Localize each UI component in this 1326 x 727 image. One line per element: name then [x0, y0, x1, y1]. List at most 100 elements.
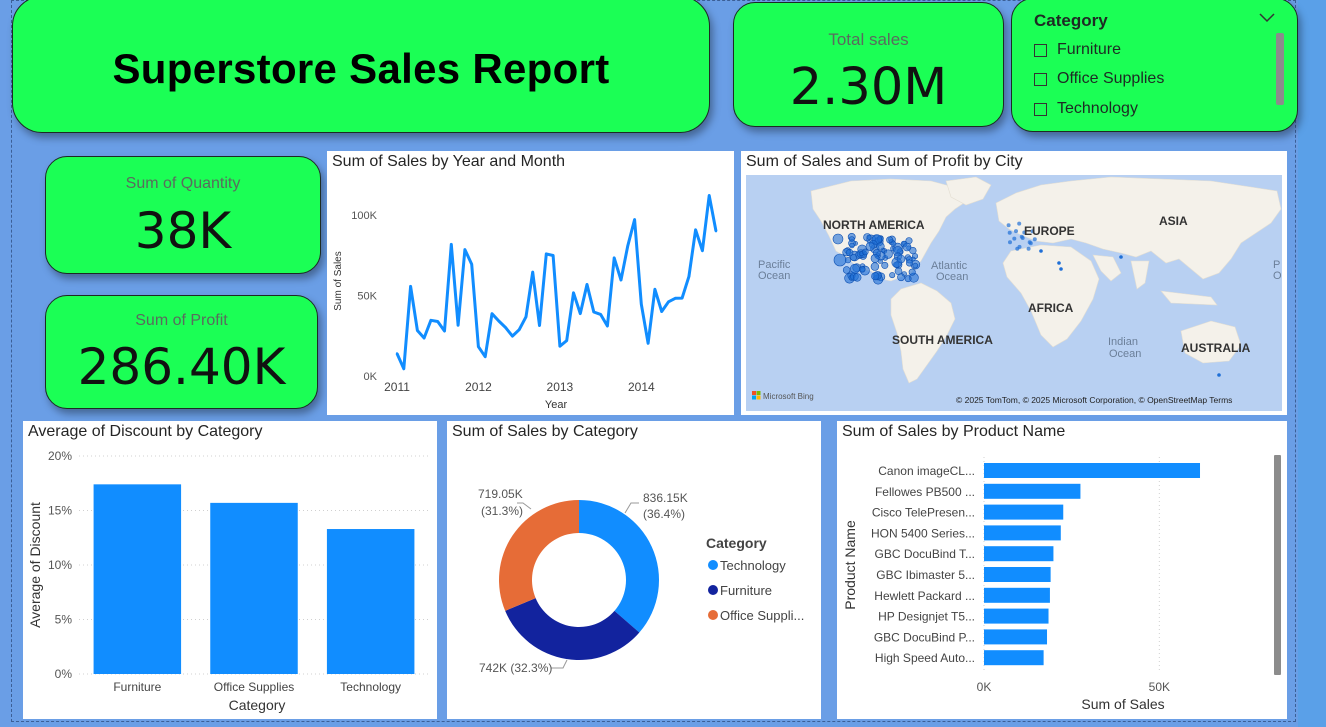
- slicer-option-technology[interactable]: Technology: [1034, 100, 1138, 118]
- x-tick-label: Furniture: [113, 680, 161, 694]
- city-bubble: [849, 242, 855, 249]
- city-bubble: [906, 259, 914, 267]
- sales-by-month-chart[interactable]: Sum of Sales by Year and Month 0K 50K 100K…: [327, 151, 734, 415]
- report-title: Superstore Sales Report: [112, 44, 610, 92]
- sales-by-category-chart[interactable]: Sum of Sales by Category 836.15K (36.4%) 7…: [447, 421, 821, 719]
- data-point: [667, 300, 670, 303]
- data-point: [477, 345, 480, 348]
- legend-swatch: [708, 560, 718, 570]
- y-axis-title: Average of Discount: [27, 502, 43, 628]
- data-point: [463, 248, 467, 251]
- data-point: [409, 285, 412, 288]
- data-point: [653, 288, 657, 291]
- data-point: [714, 230, 718, 233]
- bar: [984, 608, 1049, 624]
- data-point: [429, 319, 433, 322]
- map-attribution[interactable]: © 2025 TomTom, © 2025 Microsoft Corporat…: [956, 395, 1232, 405]
- city-map[interactable]: Sum of Sales and Sum of Profit by City N…: [741, 151, 1287, 415]
- y-axis-title: Sum of Sales: [333, 251, 344, 310]
- sales-by-product-chart[interactable]: Sum of Sales by Product Name Canon image…: [837, 421, 1287, 719]
- map-label-asia: ASIA: [1159, 214, 1188, 228]
- data-point: [565, 339, 568, 342]
- profit-label: Sum of Profit: [135, 312, 228, 329]
- data-point: [599, 313, 602, 316]
- discount-by-category-chart[interactable]: Average of Discount by Category 0% 5% 10% 1…: [23, 421, 437, 719]
- y-tick-label: Canon imageCL...: [878, 464, 975, 478]
- data-point: [456, 324, 460, 327]
- map-label-australia: AUSTRALIA: [1181, 341, 1251, 355]
- map-label-atlantic: Ocean: [936, 271, 968, 283]
- slicer-option-office-supplies[interactable]: Office Supplies: [1034, 70, 1164, 88]
- bar: [984, 587, 1050, 603]
- label-leader: [551, 659, 568, 669]
- profit-value: 286.40K: [77, 338, 286, 396]
- data-point: [450, 243, 453, 246]
- data-point: [626, 244, 629, 247]
- city-bubble: [833, 253, 847, 267]
- data-point: [490, 312, 494, 315]
- slicer-scrollbar[interactable]: [1276, 33, 1284, 105]
- bar: [984, 567, 1051, 582]
- quantity-value: 38K: [134, 202, 232, 260]
- chevron-down-icon[interactable]: [1259, 13, 1275, 23]
- data-point: [606, 324, 609, 328]
- slicer-option-furniture[interactable]: Furniture: [1034, 41, 1121, 59]
- checkbox[interactable]: [1034, 72, 1047, 86]
- checkbox[interactable]: [1034, 102, 1047, 116]
- label-leader: [624, 502, 639, 514]
- city-bubble: [1057, 261, 1061, 265]
- profit-card[interactable]: Sum of Profit 286.40K: [45, 295, 318, 409]
- x-axis-title: Sum of Sales: [1081, 696, 1164, 712]
- bing-attribution: Microsoft Bing: [763, 392, 814, 401]
- bar: [984, 463, 1201, 478]
- horizontal-bar-chart-svg[interactable]: Canon imageCL... Fellowes PB500 ... Cisco …: [837, 421, 1287, 719]
- city-bubble: [889, 272, 896, 279]
- bar: [93, 484, 182, 674]
- bar: [984, 525, 1061, 541]
- y-tick-label: Hewlett Packard ...: [874, 589, 975, 603]
- donut-chart-svg[interactable]: 836.15K (36.4%) 719.05K (31.3%) 742K (32.3%)…: [447, 421, 821, 719]
- bar-chart-svg[interactable]: 0% 5% 10% 15% 20% Furniture Office Supplies Tec…: [23, 421, 437, 719]
- city-bubble: [904, 275, 912, 283]
- y-tick-label: 100K: [351, 210, 377, 222]
- data-point: [524, 315, 528, 318]
- total-sales-value: 2.30M: [789, 58, 948, 117]
- category-slicer[interactable]: Category Furniture Office Supplies Techn…: [1011, 0, 1298, 132]
- data-point: [416, 329, 419, 332]
- y-tick-label: Cisco TelePresen...: [872, 506, 975, 520]
- data-label: 836.15K: [643, 491, 688, 505]
- city-bubble: [1217, 373, 1221, 377]
- data-point: [585, 283, 589, 286]
- x-tick-label: 2013: [547, 380, 574, 394]
- y-tick-label: 50K: [357, 291, 377, 303]
- right-edge-strip: [1298, 0, 1326, 727]
- x-axis-title: Year: [545, 399, 568, 411]
- slicer-option-label: Furniture: [1057, 41, 1122, 58]
- data-point: [545, 252, 548, 256]
- data-point: [680, 296, 684, 300]
- slicer-option-label: Technology: [1057, 100, 1138, 117]
- total-sales-card[interactable]: Total sales 2.30M: [733, 2, 1004, 127]
- checkbox[interactable]: [1034, 43, 1047, 57]
- city-bubble: [871, 272, 880, 281]
- chart-scrollbar[interactable]: [1274, 455, 1281, 675]
- quantity-card[interactable]: Sum of Quantity 38K: [45, 156, 321, 274]
- data-point: [674, 297, 677, 300]
- map-label-indian: Indian: [1108, 336, 1138, 348]
- data-point: [613, 256, 616, 260]
- y-tick-label: GBC Ibimaster 5...: [876, 568, 975, 582]
- data-point: [687, 275, 691, 278]
- world-map[interactable]: NORTH AMERICA EUROPE ASIA AFRICA SOUTH A…: [741, 151, 1287, 415]
- data-label: 719.05K: [478, 487, 523, 501]
- data-point: [422, 336, 426, 340]
- y-tick-label: GBC DocuBind T...: [875, 547, 976, 561]
- city-bubble: [1006, 223, 1011, 228]
- data-label: (31.3%): [481, 504, 523, 518]
- city-bubble: [845, 248, 854, 257]
- city-bubble: [1014, 229, 1018, 234]
- data-point: [694, 228, 697, 231]
- line-chart-svg[interactable]: 0K50K100K2011 2012 2013 2014YearSum of Sale…: [327, 151, 734, 415]
- data-point: [646, 342, 650, 345]
- data-point: [708, 194, 711, 197]
- city-bubble: [1059, 267, 1063, 271]
